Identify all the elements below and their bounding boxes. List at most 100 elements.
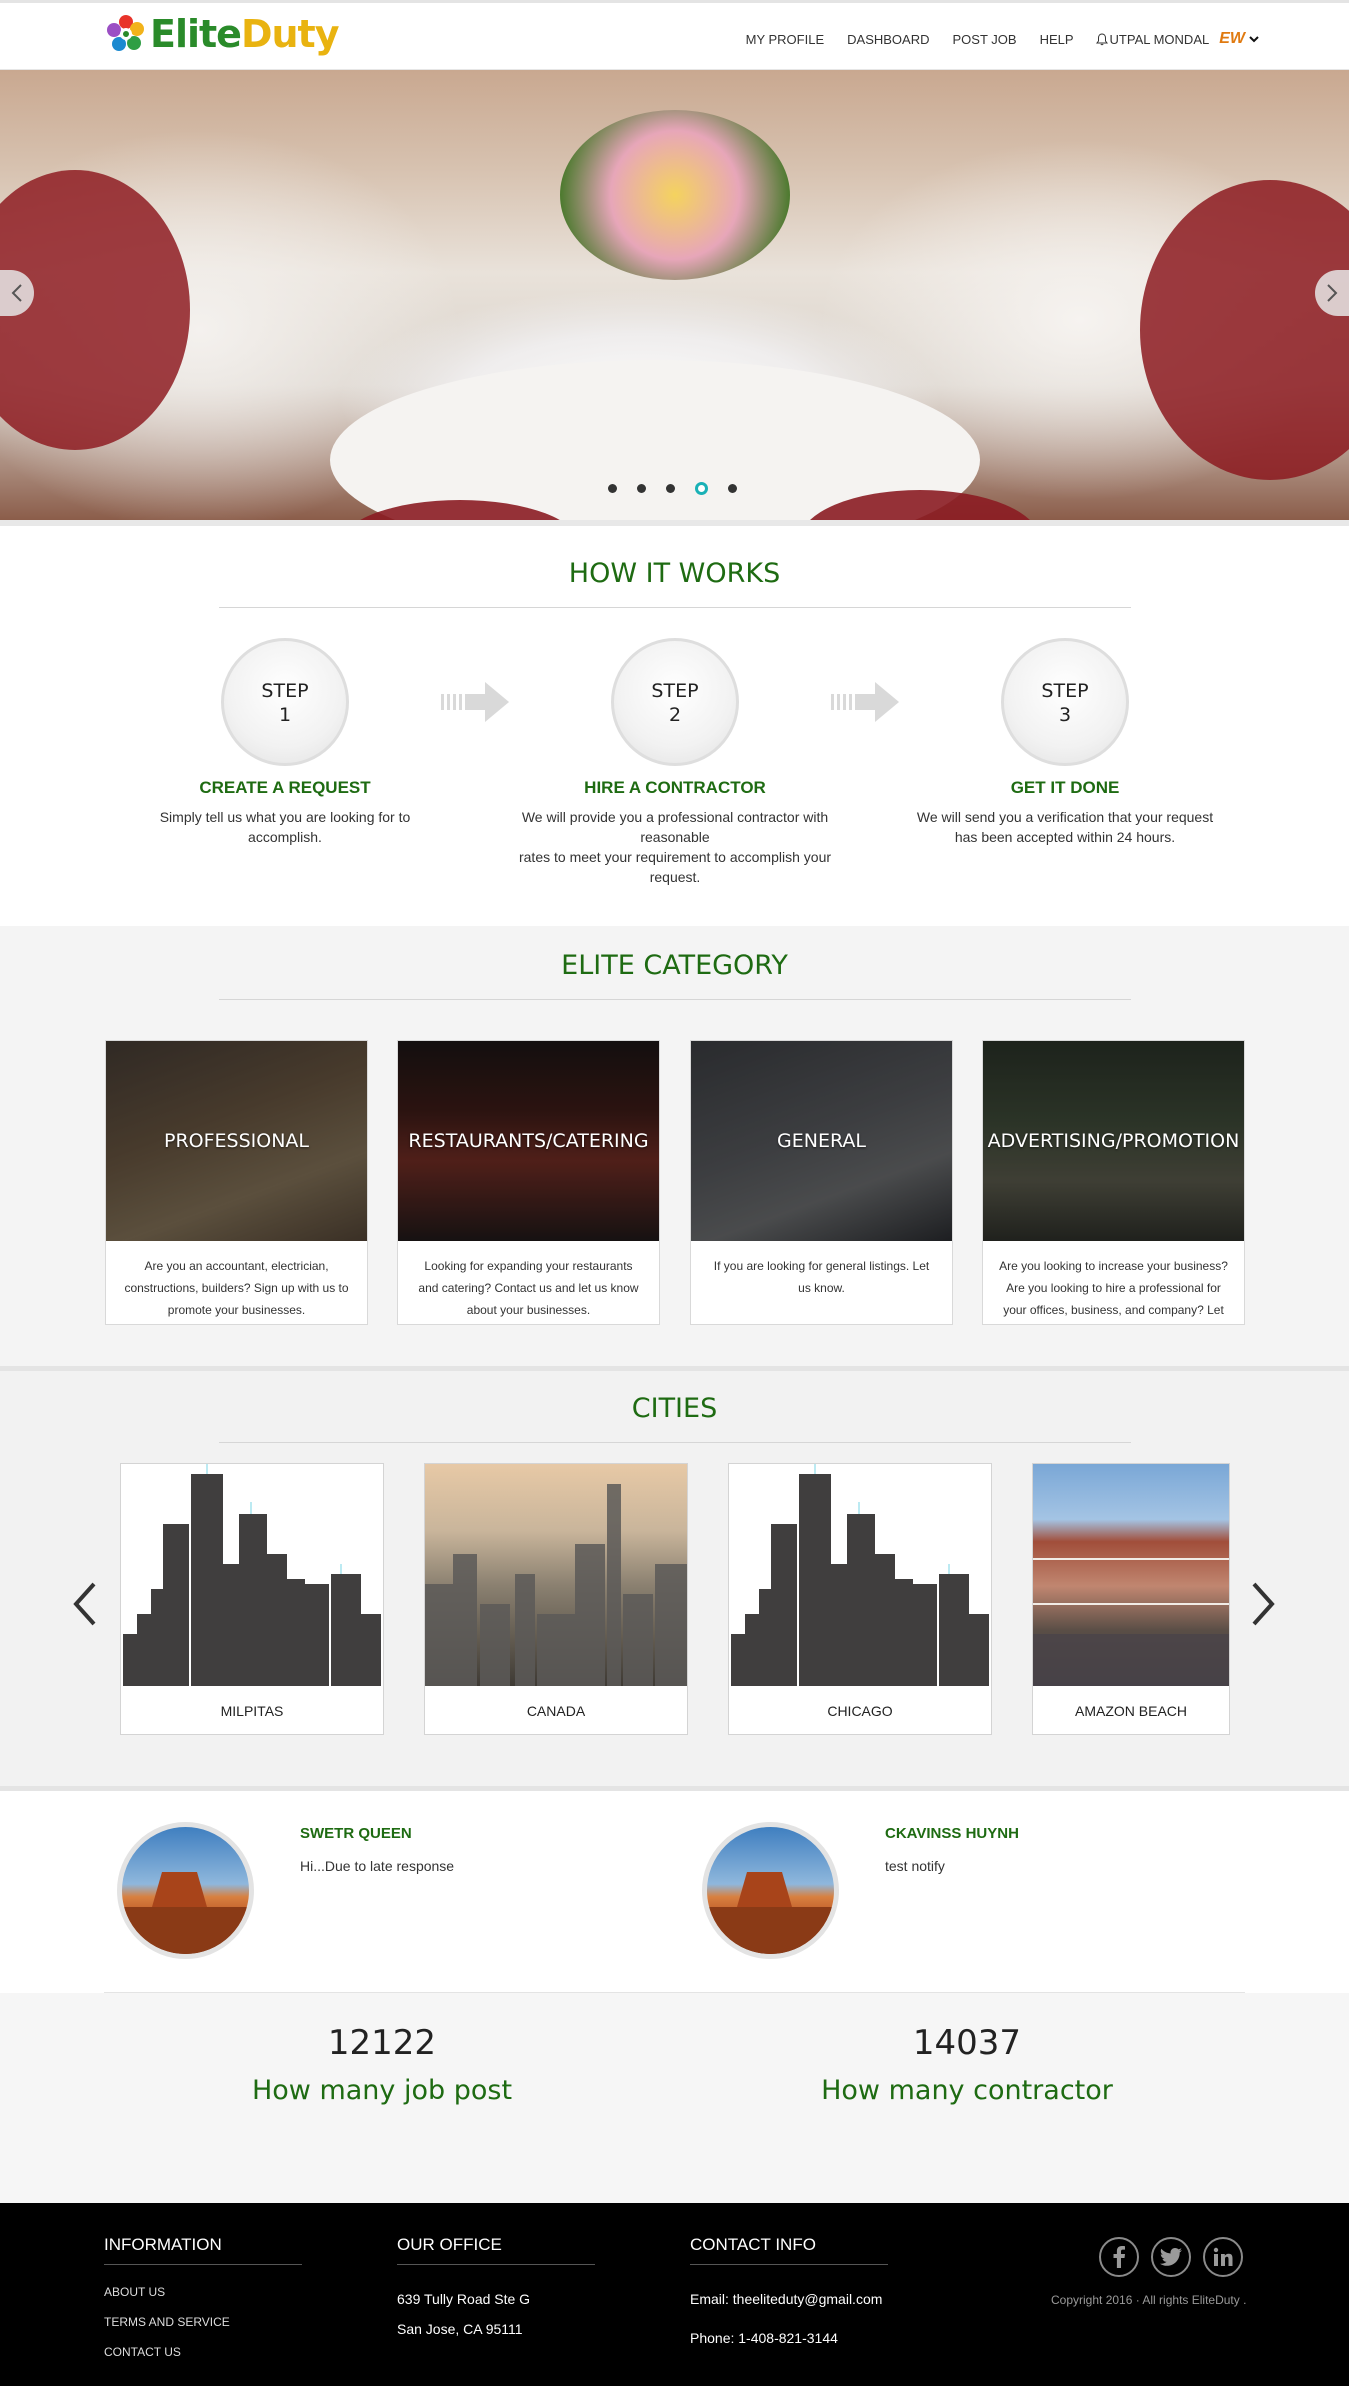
section-divider — [219, 1442, 1131, 1443]
user-avatar: EW — [1219, 30, 1245, 47]
hero-chair-left — [0, 170, 190, 450]
chevron-right-icon — [1327, 284, 1338, 302]
logo-flower-icon — [104, 12, 148, 56]
category-title: ELITE CATEGORY — [561, 950, 788, 981]
how-it-works-title: HOW IT WORKS — [568, 558, 781, 589]
logo-wordmark: EliteDuty — [150, 12, 339, 56]
footer-information-title: INFORMATION — [104, 2235, 222, 2254]
hero-flowers — [560, 110, 790, 280]
category-card-advertising[interactable]: ADVERTISING/PROMOTION Are you looking to… — [982, 1040, 1245, 1325]
category-name: ADVERTISING/PROMOTION — [987, 1130, 1240, 1152]
nav-help[interactable]: HELP — [1040, 32, 1074, 47]
step-number: 2 — [668, 704, 682, 726]
category-name: PROFESSIONAL — [163, 1130, 310, 1152]
footer-address-line2: San Jose, CA 95111 — [397, 2321, 523, 2337]
slider-dots — [608, 482, 757, 495]
slider-dot[interactable] — [608, 484, 617, 493]
slider-dot-active[interactable] — [695, 482, 708, 495]
footer-link-about-us[interactable]: ABOUT US — [104, 2285, 165, 2299]
slider-dot[interactable] — [666, 484, 675, 493]
step-label: STEP — [1041, 680, 1089, 702]
hero-divider — [0, 520, 1349, 526]
city-card-amazon-beach[interactable]: AMAZON BEACH — [1032, 1463, 1230, 1735]
city-name: CANADA — [526, 1703, 586, 1719]
testimonial-name: SWETR QUEEN — [300, 1825, 412, 1842]
step-1-title: CREATE A REQUEST — [199, 778, 371, 797]
stat-job-post-count: 12122 — [327, 2023, 437, 2063]
footer-contact-title: CONTACT INFO — [690, 2235, 816, 2254]
category-card-general[interactable]: GENERAL If you are looking for general l… — [690, 1040, 953, 1325]
chevron-down-icon — [1249, 35, 1259, 42]
footer-link-contact-us[interactable]: CONTACT US — [104, 2345, 181, 2359]
slider-dot[interactable] — [637, 484, 646, 493]
city-card-chicago[interactable]: CHICAGO — [728, 1463, 992, 1735]
stat-job-post-label: How many job post — [251, 2075, 513, 2106]
slider-dot[interactable] — [728, 484, 737, 493]
category-name: RESTAURANTS/CATERING — [408, 1130, 649, 1152]
step-3-title: GET IT DONE — [1010, 778, 1120, 797]
step-3-description: We will send you a verification that you… — [916, 809, 1214, 845]
hero-slider — [0, 70, 1349, 520]
step-2-description: We will provide you a professional contr… — [518, 809, 832, 885]
testimonial-text: test notify — [885, 1858, 945, 1874]
step-number: 1 — [278, 704, 292, 726]
category-description: Looking for expanding your restaurants a… — [418, 1259, 639, 1317]
category-description: Are you looking to increase your busines… — [999, 1259, 1228, 1317]
testimonial-name: CKAVINSS HUYNH — [885, 1825, 1019, 1842]
step-2-circle: STEP 2 — [611, 638, 739, 766]
facebook-icon[interactable] — [1099, 2237, 1139, 2277]
nav-my-profile[interactable]: MY PROFILE — [746, 32, 825, 47]
arrow-right-icon — [441, 682, 509, 722]
category-description: Are you an accountant, electrician, cons… — [124, 1259, 349, 1317]
stats-divider — [104, 1992, 1245, 1993]
footer-address-line1: 639 Tully Road Ste G — [397, 2291, 531, 2307]
linkedin-icon[interactable] — [1203, 2237, 1243, 2277]
main-nav: MY PROFILE DASHBOARD POST JOB HELP UTPAL… — [723, 30, 1261, 48]
city-card-milpitas[interactable]: MILPITAS — [120, 1463, 384, 1735]
step-1-circle: STEP 1 — [221, 638, 349, 766]
user-name: UTPAL MONDAL — [1109, 31, 1210, 47]
section-divider — [219, 607, 1131, 608]
hero-chair-right — [1140, 180, 1349, 480]
footer-phone[interactable]: Phone: 1-408-821-3144 — [690, 2330, 838, 2346]
footer-divider — [397, 2264, 595, 2265]
step-2-title: HIRE A CONTRACTOR — [584, 778, 766, 797]
step-3-circle: STEP 3 — [1001, 638, 1129, 766]
nav-dashboard[interactable]: DASHBOARD — [847, 32, 929, 47]
testimonial-avatar — [702, 1822, 839, 1959]
cities-title: CITIES — [631, 1393, 718, 1424]
city-name: MILPITAS — [220, 1703, 284, 1719]
category-image: RESTAURANTS/CATERING — [398, 1041, 659, 1241]
site-header: EliteDuty MY PROFILE DASHBOARD POST JOB … — [0, 0, 1349, 70]
city-skyline-image — [729, 1464, 991, 1686]
category-image: ADVERTISING/PROMOTION — [983, 1041, 1244, 1241]
city-skyline-image — [121, 1464, 383, 1686]
stat-contractor-count: 14037 — [912, 2023, 1022, 2063]
step-1-description: Simply tell us what you are looking for … — [159, 809, 411, 845]
site-footer: INFORMATION ABOUT US TERMS AND SERVICE C… — [0, 2203, 1349, 2386]
category-name: GENERAL — [777, 1130, 866, 1152]
footer-link-terms[interactable]: TERMS AND SERVICE — [104, 2315, 230, 2329]
category-card-professional[interactable]: PROFESSIONAL Are you an accountant, elec… — [105, 1040, 368, 1325]
twitter-icon[interactable] — [1151, 2237, 1191, 2277]
city-name: AMAZON BEACH — [1074, 1703, 1187, 1719]
footer-divider — [690, 2264, 888, 2265]
footer-copyright: Copyright 2016 · All rights EliteDuty . — [1051, 2293, 1247, 2307]
nav-post-job[interactable]: POST JOB — [953, 32, 1017, 47]
city-photo-image — [1033, 1464, 1229, 1686]
bell-icon — [1095, 32, 1108, 45]
city-card-canada[interactable]: CANADA — [424, 1463, 688, 1735]
site-logo[interactable]: EliteDuty — [104, 12, 339, 56]
cities-prev-button[interactable] — [70, 1580, 98, 1628]
footer-office-title: OUR OFFICE — [397, 2235, 502, 2254]
testimonial-text: Hi...Due to late response — [300, 1858, 455, 1874]
step-label: STEP — [261, 680, 309, 702]
city-photo-image — [425, 1464, 687, 1686]
arrow-right-icon — [831, 682, 899, 722]
category-card-restaurants[interactable]: RESTAURANTS/CATERING Looking for expandi… — [397, 1040, 660, 1325]
cities-next-button[interactable] — [1250, 1580, 1278, 1628]
user-menu[interactable]: UTPAL MONDAL EW — [1095, 30, 1261, 48]
step-number: 3 — [1058, 704, 1072, 726]
category-image: PROFESSIONAL — [106, 1041, 367, 1241]
footer-email[interactable]: Email: theeliteduty@gmail.com — [690, 2291, 882, 2307]
